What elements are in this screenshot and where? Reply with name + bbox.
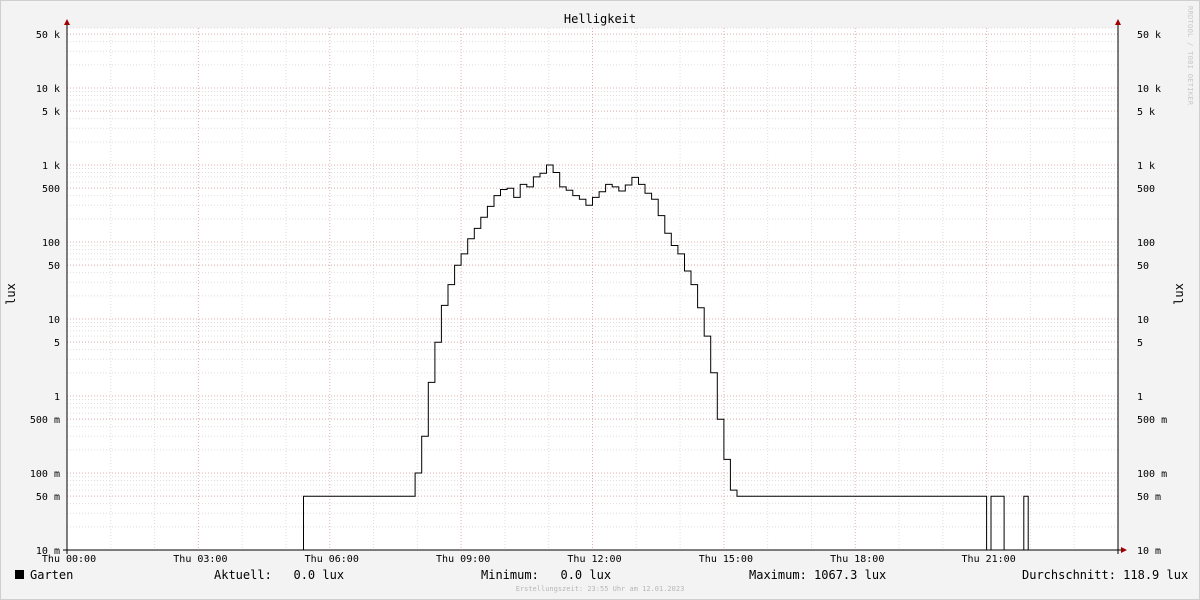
y-tick-label: 100 m bbox=[30, 469, 60, 480]
x-tick-label: Thu 12:00 bbox=[567, 554, 621, 565]
y-tick-label: 1 bbox=[54, 392, 60, 403]
y-tick-label: 100 bbox=[42, 238, 60, 249]
y-tick-label: 500 bbox=[42, 184, 60, 195]
footer-timestamp: Erstellungszeit: 23:55 Uhr am 12.01.2023 bbox=[515, 585, 685, 593]
y-tick-label: 100 m bbox=[1137, 469, 1167, 480]
y-tick-label: 10 bbox=[1137, 315, 1149, 326]
y-tick-label: 5 k bbox=[1137, 107, 1155, 118]
y-tick-label: 5 k bbox=[42, 107, 60, 118]
y-tick-label: 50 k bbox=[1137, 30, 1161, 41]
y-tick-label: 500 bbox=[1137, 184, 1155, 195]
y-tick-label: 10 bbox=[48, 315, 60, 326]
y-tick-label: 10 k bbox=[1137, 84, 1161, 95]
y-tick-label: 50 bbox=[1137, 261, 1149, 272]
chart-title: Helligkeit bbox=[563, 12, 637, 26]
x-tick-label: Thu 09:00 bbox=[436, 554, 490, 565]
y-tick-labels-right: 10 m 50 m 100 m 500 m 1 5 10 50 100 500 1 k 5 k 10 k… bbox=[1137, 30, 1167, 557]
x-tick-label: Thu 06:00 bbox=[305, 554, 359, 565]
legend-maximum: Maximum: 1067.3 lux bbox=[749, 568, 887, 582]
y-tick-label: 500 m bbox=[1137, 415, 1167, 426]
y-tick-label: 1 k bbox=[42, 161, 60, 172]
x-tick-label: Thu 15:00 bbox=[699, 554, 753, 565]
legend-series-name: Garten bbox=[30, 568, 74, 582]
y-tick-label: 1 bbox=[1137, 392, 1143, 403]
x-axis-arrow bbox=[1121, 547, 1127, 553]
x-tick-labels: Thu 00:00 Thu 03:00 Thu 06:00 Thu 09:00 Thu … bbox=[42, 554, 1016, 565]
y-tick-label: 50 m bbox=[1137, 492, 1161, 503]
legend-swatch-garten bbox=[15, 570, 24, 579]
y-tick-label: 1 k bbox=[1137, 161, 1155, 172]
y-tick-label: 5 bbox=[54, 338, 60, 349]
x-tick-label: Thu 03:00 bbox=[173, 554, 227, 565]
x-tick-label: Thu 21:00 bbox=[962, 554, 1016, 565]
y-tick-labels-left: 10 m50 m100 m500 m1510501005001 k5 k10 k… bbox=[30, 30, 60, 557]
legend-average: Durchschnitt: 118.9 lux bbox=[1022, 568, 1189, 582]
y-axis-label-right: lux bbox=[1171, 283, 1186, 305]
legend-minimum: Minimum: 0.0 lux bbox=[481, 568, 612, 582]
y-tick-label: 10 m bbox=[1137, 546, 1161, 557]
y-tick-label: 10 k bbox=[36, 84, 60, 95]
y-axis-label-left: lux bbox=[3, 283, 18, 305]
y-tick-label: 5 bbox=[1137, 338, 1143, 349]
legend: Garten Aktuell: 0.0 lux Minimum: 0.0 lux… bbox=[0, 568, 1200, 584]
y-tick-label: 500 m bbox=[30, 415, 60, 426]
legend-current: Aktuell: 0.0 lux bbox=[214, 568, 345, 582]
y-tick-label: 100 bbox=[1137, 238, 1155, 249]
y-tick-label: 50 bbox=[48, 261, 60, 272]
watermark: RRDTOOL / TOBI OETIKER bbox=[1186, 6, 1194, 106]
y-tick-label: 50 m bbox=[36, 492, 60, 503]
y-tick-label: 50 k bbox=[36, 30, 60, 41]
chart-canvas: 10 m 50 m 100 m 500 m 1 5 10 50 100 500 1 k 5 k 10 k… bbox=[30, 19, 1167, 565]
x-tick-label: Thu 00:00 bbox=[42, 554, 96, 565]
x-tick-label: Thu 18:00 bbox=[830, 554, 884, 565]
